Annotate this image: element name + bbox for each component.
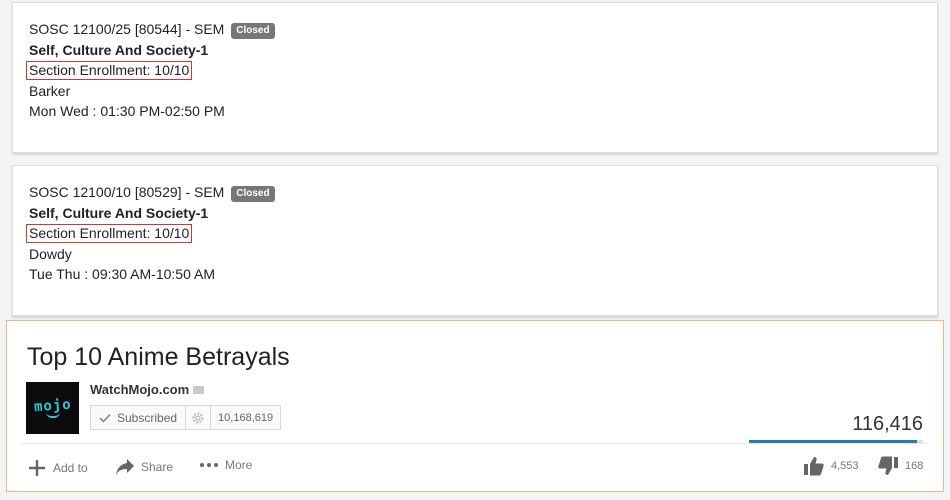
status-badge: Closed: [231, 23, 275, 39]
dislike-button[interactable]: 168: [877, 456, 923, 476]
divider: [21, 443, 929, 444]
more-dots-icon: [200, 463, 218, 467]
share-button[interactable]: Share: [115, 458, 173, 476]
more-button[interactable]: More: [199, 458, 252, 472]
instructor-name: Barker: [29, 82, 71, 99]
course-title: Self, Culture And Society-1: [29, 41, 209, 58]
share-arrow-icon: [116, 459, 134, 475]
channel-logo-text: mojo: [33, 396, 72, 416]
meeting-schedule: Tue Thu : 09:30 AM-10:50 AM: [29, 266, 215, 282]
add-to-label: Add to: [53, 461, 88, 475]
like-button[interactable]: 4,553: [803, 456, 859, 476]
section-code: SOSC 12100/10 [80529] - SEM: [29, 184, 225, 200]
status-badge: Closed: [231, 186, 275, 202]
verified-icon: [193, 386, 205, 394]
section-enrollment: Section Enrollment: 10/10: [26, 61, 193, 80]
view-count: 116,416: [852, 413, 923, 435]
subscribe-widget: Subscribed 10,168,619: [90, 405, 282, 430]
dislike-count: 168: [905, 460, 924, 472]
subscriber-count: 10,168,619: [218, 411, 274, 424]
meeting-schedule: Mon Wed : 01:30 PM-02:50 PM: [29, 103, 225, 119]
plus-icon: [29, 460, 45, 476]
section-enrollment: Section Enrollment: 10/10: [26, 224, 193, 243]
channel-avatar[interactable]: mojo: [26, 382, 79, 434]
channel-link[interactable]: WatchMojo.com: [90, 382, 205, 397]
share-label: Share: [141, 460, 174, 474]
course-section-card: SOSC 12100/25 [80544] - SEM Closed Self,…: [12, 2, 938, 153]
course-section-card: SOSC 12100/10 [80529] - SEM Closed Self,…: [12, 165, 938, 316]
section-code: SOSC 12100/25 [80544] - SEM: [29, 21, 225, 37]
like-count: 4,553: [831, 460, 859, 472]
checkmark-icon: [99, 413, 111, 423]
add-to-button[interactable]: Add to: [27, 458, 88, 478]
video-title: Top 10 Anime Betrayals: [27, 343, 290, 371]
instructor-name: Dowdy: [29, 245, 72, 262]
thumbs-up-icon: [804, 457, 824, 476]
section-code-line: SOSC 12100/10 [80529] - SEM Closed: [29, 182, 921, 203]
section-code-line: SOSC 12100/25 [80544] - SEM Closed: [29, 19, 921, 40]
video-info-panel: Top 10 Anime Betrayals mojo WatchMojo.co…: [6, 320, 944, 492]
gear-icon: [192, 412, 204, 423]
channel-name: WatchMojo.com: [90, 382, 190, 397]
course-title: Self, Culture And Society-1: [29, 204, 209, 221]
subscription-settings-button[interactable]: [186, 406, 212, 429]
thumbs-down-icon: [878, 456, 898, 475]
subscribed-button[interactable]: Subscribed: [91, 406, 187, 429]
more-label: More: [225, 458, 253, 472]
subscribed-label: Subscribed: [117, 410, 178, 425]
